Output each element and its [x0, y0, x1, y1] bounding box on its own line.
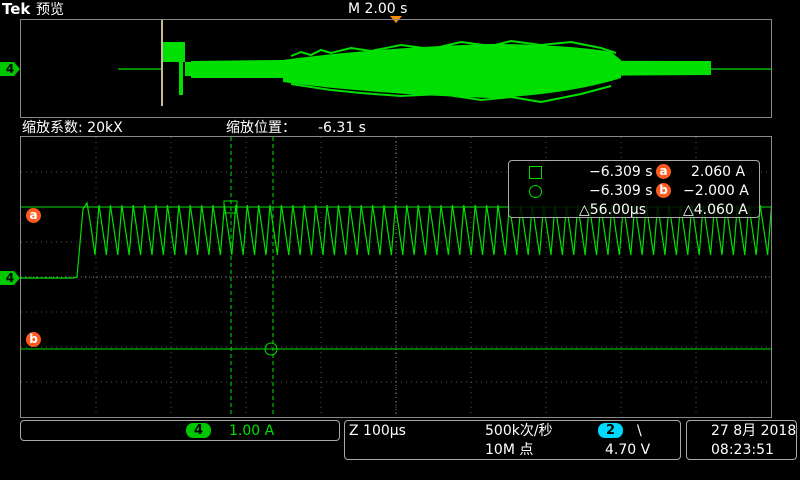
zoom-position-value: -6.31 s [318, 120, 366, 136]
sample-rate: 500k次/秒 [485, 423, 553, 439]
trigger-source-badge: 2 [598, 423, 624, 438]
overview-waveform-svg [118, 20, 771, 106]
horizontal-trigger-box[interactable]: Z 100µs 500k次/秒 10M 点 2 \ 4.70 V [344, 420, 681, 460]
time-label: 08:23:51 [711, 442, 774, 458]
zoom-factor-label: 缩放系数: 20kX [22, 120, 123, 136]
cursor-readout-panel: −6.309 s a 2.060 A −6.309 s b −2.000 A △… [508, 160, 760, 218]
zoom-scale: Z 100µs [349, 423, 406, 439]
ch4-ground-marker[interactable]: 4 [0, 271, 20, 285]
datetime-box[interactable]: 27 8月 2018 08:23:51 [686, 420, 797, 460]
delta-time: △56.00µs [579, 202, 647, 218]
brand-text: Tek [2, 0, 31, 18]
mode-label: 预览 [36, 2, 64, 18]
overview-waveform-window[interactable] [20, 19, 772, 118]
ch4-badge: 4 [186, 423, 212, 438]
trigger-level: 4.70 V [605, 442, 651, 458]
zoom-window-bar [161, 20, 163, 106]
cursor-a-marker[interactable]: a [26, 208, 41, 223]
delta-value: △4.060 A [683, 202, 748, 218]
cursor-b-marker[interactable]: b [26, 332, 41, 347]
timebase-label: M 2.00 s [348, 1, 408, 17]
record-length: 10M 点 [485, 442, 534, 458]
circle-cursor-time: −6.309 s [589, 183, 653, 199]
channel-settings-box[interactable]: 4 1.00 A [20, 420, 340, 441]
square-cursor-icon [529, 166, 542, 179]
cursor-b-badge: b [656, 183, 671, 198]
circle-cursor-icon [529, 185, 542, 198]
cursor-a-value: 2.060 A [691, 164, 746, 180]
cursor-b-value: −2.000 A [683, 183, 749, 199]
overview-ch4-marker[interactable]: 4 [0, 62, 20, 76]
brand-logo: Tek [2, 1, 30, 17]
zoom-position-label: 缩放位置： [226, 120, 296, 136]
square-cursor-time: −6.309 s [589, 164, 653, 180]
date-label: 27 8月 2018 [711, 423, 797, 439]
trigger-slope-icon: \ [637, 423, 642, 439]
cursor-a-badge: a [656, 164, 671, 179]
ch4-scale: 1.00 A [229, 423, 275, 439]
